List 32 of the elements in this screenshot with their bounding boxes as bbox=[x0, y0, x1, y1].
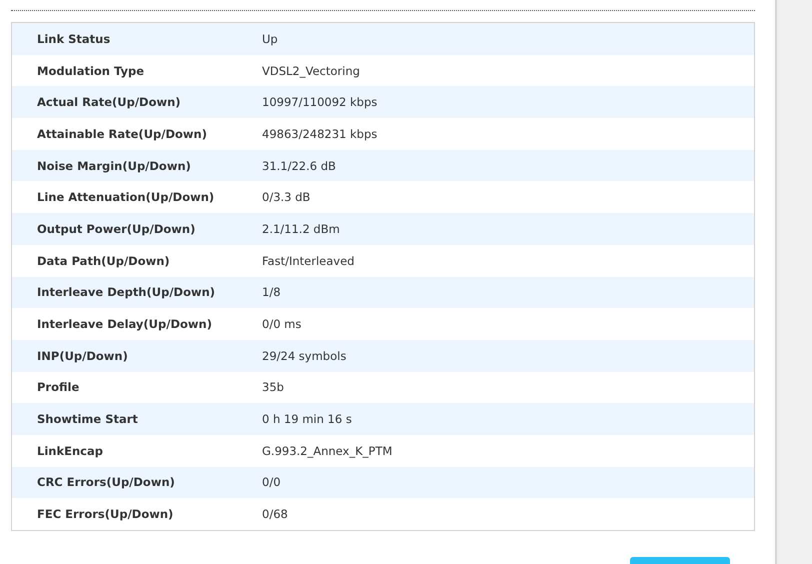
field-value: 1/8 bbox=[262, 285, 281, 300]
field-value: 10997/110092 kbps bbox=[262, 95, 378, 110]
field-label: Line Attenuation(Up/Down) bbox=[36, 190, 216, 204]
field-value: VDSL2_Vectoring bbox=[262, 64, 360, 78]
field-value: 31.1/22.6 dB bbox=[262, 158, 336, 173]
field-value: Up bbox=[262, 32, 278, 46]
field-label: Link Status bbox=[36, 32, 112, 46]
field-label: Interleave Delay(Up/Down) bbox=[36, 317, 213, 332]
field-label: Noise Margin(Up/Down) bbox=[36, 158, 192, 173]
field-label: Data Path(Up/Down) bbox=[36, 254, 171, 268]
field-label: INP(Up/Down) bbox=[36, 348, 129, 363]
field-label: Interleave Depth(Up/Down) bbox=[36, 285, 216, 300]
field-value: 0/0 bbox=[262, 475, 281, 490]
field-label: FEC Errors(Up/Down) bbox=[36, 507, 174, 522]
field-value: 0 h 19 min 16 s bbox=[262, 412, 352, 426]
field-value: 2.1/11.2 dBm bbox=[262, 222, 340, 236]
field-label: Actual Rate(Up/Down) bbox=[36, 95, 182, 110]
field-label: CRC Errors(Up/Down) bbox=[36, 475, 176, 490]
field-label: Output Power(Up/Down) bbox=[36, 222, 196, 236]
field-value: 0/3.3 dB bbox=[262, 190, 310, 204]
field-label: Attainable Rate(Up/Down) bbox=[36, 126, 208, 141]
field-value: 0/68 bbox=[262, 507, 288, 522]
field-value: 0/0 ms bbox=[262, 317, 302, 332]
field-value: 49863/248231 kbps bbox=[262, 126, 378, 141]
field-value: G.993.2_Annex_K_PTM bbox=[262, 444, 392, 458]
field-label: Modulation Type bbox=[36, 64, 146, 78]
field-value: 29/24 symbols bbox=[262, 348, 346, 363]
field-label: LinkEncap bbox=[36, 444, 104, 458]
field-value: Fast/Interleaved bbox=[262, 254, 354, 268]
field-label: Showtime Start bbox=[36, 412, 139, 426]
field-label: Profile bbox=[36, 380, 80, 394]
field-value: 35b bbox=[262, 380, 284, 394]
